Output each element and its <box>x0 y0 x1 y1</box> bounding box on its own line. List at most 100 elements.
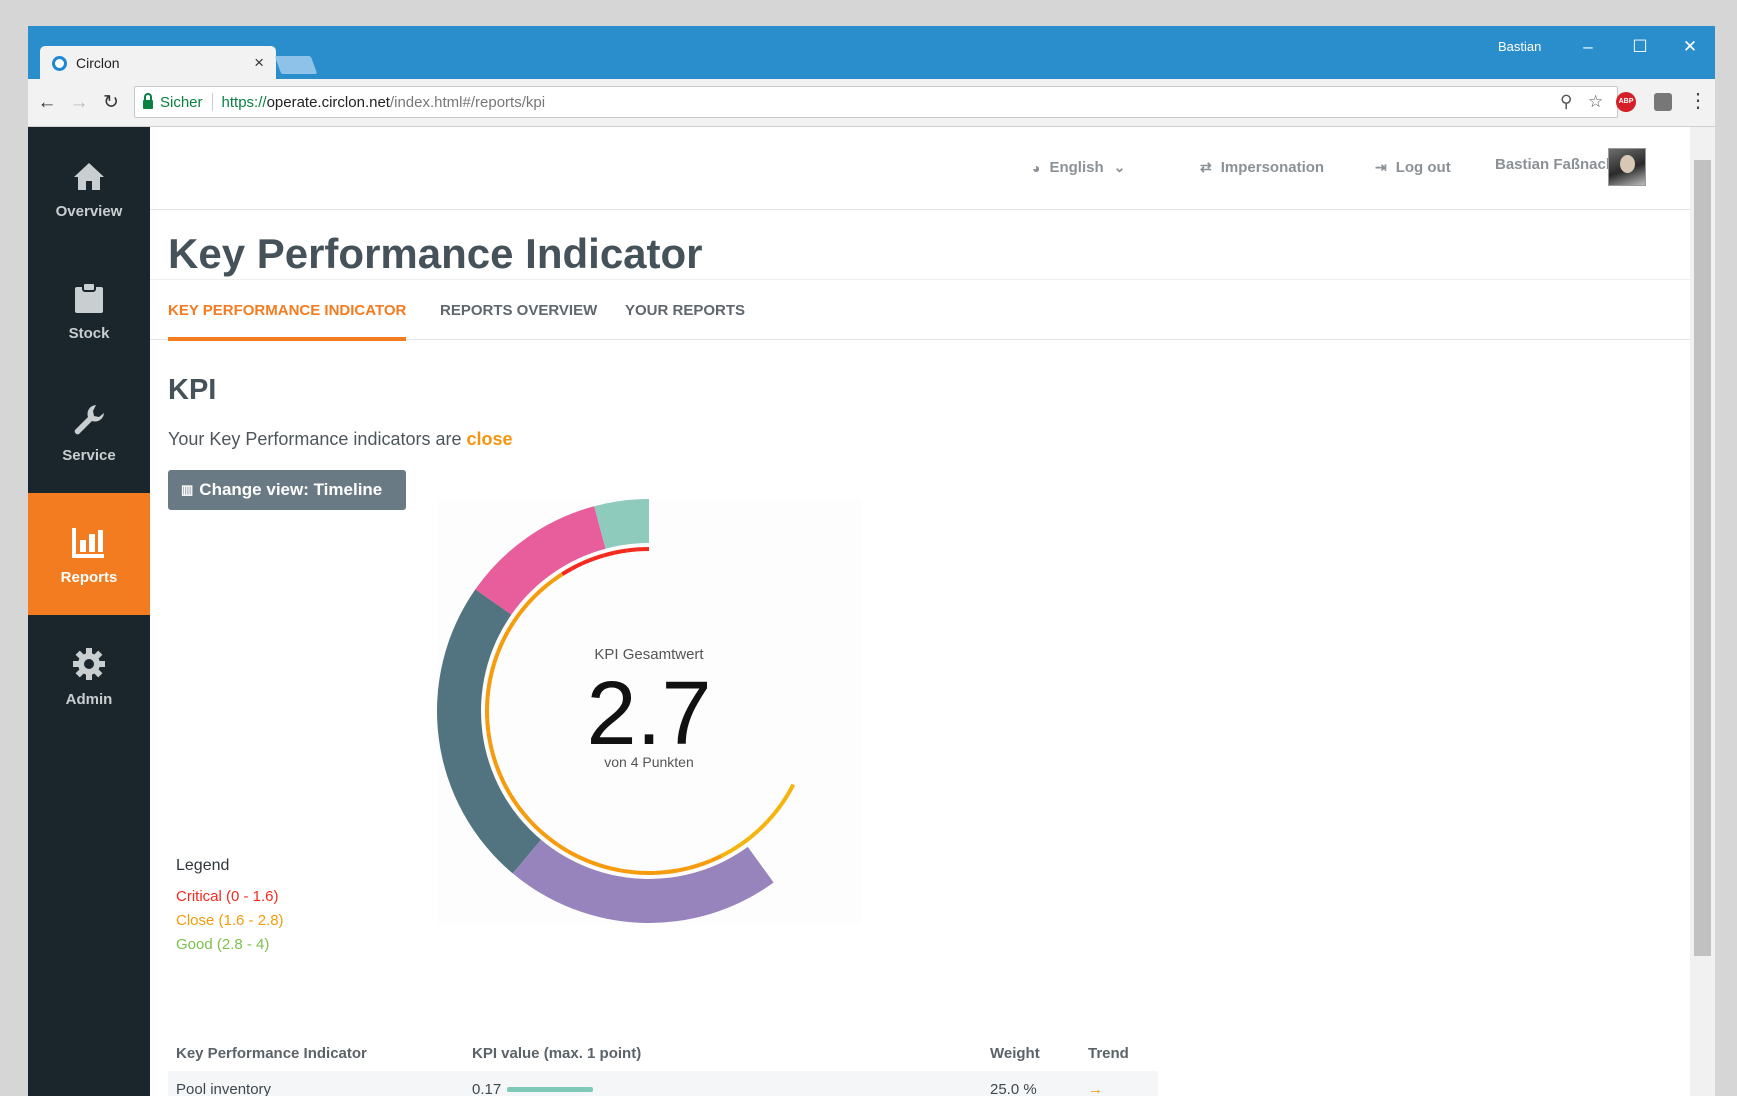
sidebar-item-label: Reports <box>60 568 118 586</box>
change-view-label: Change view: Timeline <box>199 480 383 499</box>
gauge-arc-segment <box>598 863 611 871</box>
gauge-arc-segment <box>556 843 569 853</box>
url-field[interactable]: Sicher https://operate.circlon.net/index… <box>134 86 1618 118</box>
sidebar-item-service[interactable]: Service <box>28 371 150 493</box>
user-menu[interactable]: Bastian Faßnacht <box>1495 156 1620 173</box>
gauge-arc-segment <box>688 862 701 870</box>
close-window-icon[interactable]: ✕ <box>1670 32 1710 62</box>
gauge-arc-segment <box>542 579 554 590</box>
sidebar-item-label: Stock <box>68 324 110 342</box>
gauge-arc-segment <box>614 548 627 555</box>
reload-icon[interactable]: ↻ <box>98 91 124 114</box>
legend-good: Good (2.8 - 4) <box>176 936 270 953</box>
gauge-arc-segment <box>518 602 529 614</box>
status-prefix: Your Key Performance indicators are <box>168 429 462 449</box>
browser-tab[interactable]: Circlon × <box>40 46 276 80</box>
header-trend[interactable]: Trend <box>1088 1045 1129 1062</box>
adblock-extension-icon[interactable]: ABP <box>1616 92 1636 112</box>
gauge-arc-segment <box>739 835 752 846</box>
browser-profile-name[interactable]: Bastian <box>1498 39 1541 54</box>
back-icon[interactable]: ← <box>34 92 60 114</box>
page-scrollbar[interactable] <box>1690 127 1715 1096</box>
kpi-chart-panel: KPI Gesamtwert 2.7 von 4 Punkten <box>436 499 861 923</box>
status-value: close <box>466 429 513 449</box>
scrollbar-thumb[interactable] <box>1694 160 1711 956</box>
bookmark-star-icon[interactable]: ☆ <box>1588 87 1603 117</box>
gauge-arc-segment <box>786 783 796 796</box>
swap-icon: ⇄ <box>1200 159 1212 175</box>
row-kpi-name: Pool inventory <box>176 1080 272 1096</box>
language-selector[interactable]: ◕ English ⌄ <box>1032 159 1134 176</box>
gauge-arc-segment <box>486 731 493 743</box>
header-kpi[interactable]: Key Performance Indicator <box>176 1045 367 1062</box>
maximize-icon[interactable]: ☐ <box>1620 32 1660 62</box>
sidebar-item-label: Admin <box>65 690 113 708</box>
gauge-arc-segment <box>515 804 526 816</box>
extension-icon[interactable] <box>1654 93 1672 111</box>
gauge-arc-segment <box>720 848 733 858</box>
tab-your-reports[interactable]: YOUR REPORTS <box>625 302 745 341</box>
gauge-arc-segment <box>710 854 723 863</box>
new-tab-button[interactable] <box>274 56 318 74</box>
impersonation-label: Impersonation <box>1220 159 1325 176</box>
language-label: English <box>1049 159 1104 176</box>
main-content: ◕ English ⌄ ⇄ Impersonation ⇥ Log out Ba… <box>150 127 1690 1096</box>
gauge-arc-segment <box>603 550 616 558</box>
gauge-arc-segment <box>525 594 537 606</box>
legend-critical: Critical (0 - 1.6) <box>176 888 279 905</box>
home-icon <box>73 157 105 195</box>
minimize-icon[interactable]: – <box>1568 32 1608 62</box>
gauge-arc-segment <box>699 858 712 867</box>
user-name: Bastian Faßnacht <box>1495 156 1621 173</box>
sidebar-item-reports[interactable]: Reports <box>28 493 150 615</box>
gauge-arc-segment <box>632 870 644 875</box>
gauge-arc-segment <box>566 849 579 859</box>
gauge-arc-segment <box>779 793 790 806</box>
gauge-arc-segment <box>587 859 600 867</box>
sidebar-item-overview[interactable]: Overview <box>28 127 150 249</box>
url-protocol: https:// <box>221 93 267 111</box>
forward-icon[interactable]: → <box>66 92 92 114</box>
kpi-donut-chart: KPI Gesamtwert 2.7 von 4 Punkten <box>436 499 796 923</box>
secure-indicator[interactable]: Sicher <box>143 92 203 111</box>
browser-window: Circlon × Bastian – ☐ ✕ ← → ↻ Sicher htt… <box>28 26 1715 1096</box>
center-suffix: von 4 Punkten <box>604 754 694 770</box>
table-row[interactable]: Pool inventory 0.17 25.0 % → <box>168 1071 1158 1096</box>
gear-icon <box>72 645 106 683</box>
change-view-button[interactable]: ▥ Change view: Timeline <box>168 470 406 510</box>
zoom-icon[interactable]: ⚲ <box>1560 87 1572 117</box>
browser-titlebar: Circlon × Bastian – ☐ ✕ <box>28 26 1715 80</box>
avatar[interactable] <box>1608 148 1646 186</box>
gauge-arc-segment <box>576 854 589 864</box>
gauge-arc-segment <box>485 685 491 698</box>
tab-reports-overview[interactable]: REPORTS OVERVIEW <box>440 302 597 341</box>
trend-arrow-icon: → <box>1088 1080 1103 1096</box>
gauge-arc-segment <box>505 620 516 633</box>
gauge-arc-segment <box>485 719 491 732</box>
impersonation-link[interactable]: ⇄ Impersonation <box>1200 159 1324 176</box>
header-weight[interactable]: Weight <box>990 1045 1040 1062</box>
clipboard-icon <box>74 279 104 317</box>
gauge-arc-segment <box>655 870 667 875</box>
sidebar-item-admin[interactable]: Admin <box>28 615 150 737</box>
header-value[interactable]: KPI value (max. 1 point) <box>472 1045 641 1062</box>
browser-menu-icon[interactable]: ⋮ <box>1688 88 1708 113</box>
gauge-arc-segment <box>620 868 633 875</box>
sidebar-item-stock[interactable]: Stock <box>28 249 150 371</box>
gauge-arc-segment <box>522 812 534 825</box>
logout-link[interactable]: ⇥ Log out <box>1375 159 1451 176</box>
gauge-arc-segment <box>666 868 679 875</box>
donut-segment-3[interactable] <box>512 839 774 923</box>
secure-label: Sicher <box>160 93 203 111</box>
sidebar-item-label: Overview <box>55 202 123 220</box>
gauge-arc-segment <box>500 630 510 643</box>
circlon-favicon-icon <box>52 55 67 71</box>
tab-kpi[interactable]: KEY PERFORMANCE INDICATOR <box>168 302 407 341</box>
gauge-arc-segment <box>677 865 690 873</box>
address-bar-row: ← → ↻ Sicher https://operate.circlon.net… <box>28 79 1715 127</box>
table-header: Key Performance Indicator KPI value (max… <box>168 1035 1158 1071</box>
gauge-arc-segment <box>749 828 761 839</box>
tab-close-icon[interactable]: × <box>254 53 264 73</box>
legend-close: Close (1.6 - 2.8) <box>176 912 284 929</box>
gauge-arc-segment <box>503 784 513 797</box>
